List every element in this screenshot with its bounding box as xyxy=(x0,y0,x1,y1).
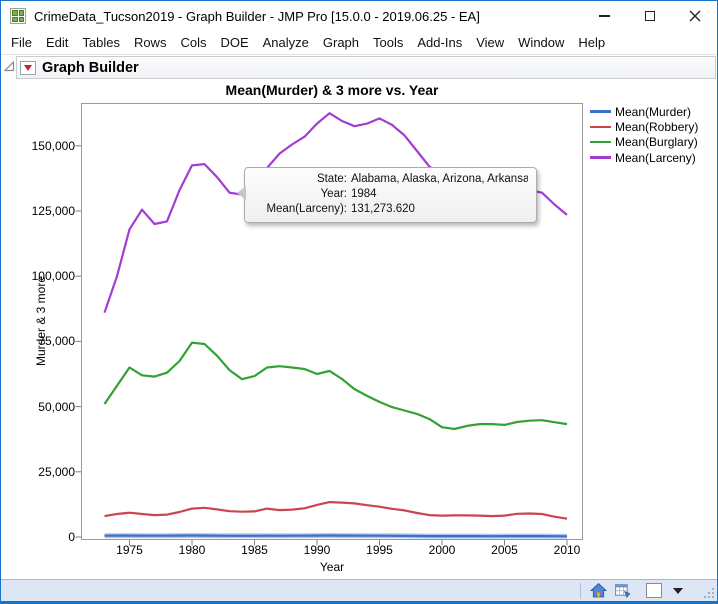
menu-item-addins[interactable]: Add-Ins xyxy=(410,32,469,53)
y-axis-tick-label[interactable]: 150,000 xyxy=(13,138,75,154)
menu-item-help[interactable]: Help xyxy=(571,32,612,53)
jmp-window: CrimeData_Tucson2019 - Graph Builder - J… xyxy=(0,0,718,604)
close-button[interactable] xyxy=(672,1,717,31)
outline-header: Graph Builder xyxy=(1,55,717,79)
outline-title: Graph Builder xyxy=(42,59,139,76)
legend-item-meanburglary[interactable]: Mean(Burglary) xyxy=(590,135,698,150)
menu-item-analyze[interactable]: Analyze xyxy=(256,32,316,53)
tooltip-label: Year: xyxy=(320,188,347,200)
legend: Mean(Murder) Mean(Robbery) Mean(Burglary) M… xyxy=(590,104,698,165)
legend-swatch xyxy=(590,110,611,113)
tooltip-pointer-icon xyxy=(237,186,246,200)
legend-label: Mean(Larceny) xyxy=(615,150,696,165)
tooltip-value: 1984 xyxy=(351,188,377,200)
graph-builder-canvas: Mean(Murder) & 3 more vs. Year 0 25,000 50… xyxy=(1,79,717,579)
x-axis-tick-label[interactable]: 2000 xyxy=(417,543,467,557)
menu-item-graph[interactable]: Graph xyxy=(316,32,366,53)
legend-label: Mean(Burglary) xyxy=(615,135,698,150)
minimize-icon xyxy=(599,15,610,17)
tooltip-value: 131,273.620 xyxy=(351,203,415,215)
y-axis-tick-label[interactable]: 125,000 xyxy=(13,203,75,219)
red-triangle-icon xyxy=(24,64,32,71)
x-axis-tick-label[interactable]: 1975 xyxy=(105,543,155,557)
home-icon[interactable] xyxy=(590,582,607,599)
data-table-icon[interactable] xyxy=(614,582,631,599)
menu-item-window[interactable]: Window xyxy=(511,32,571,53)
hover-tooltip: State: Alabama, Alaska, Arizona, Arkansas… xyxy=(237,167,537,223)
minimize-button[interactable] xyxy=(582,1,627,31)
red-triangle-menu-button[interactable] xyxy=(20,60,36,75)
y-axis-tick-label[interactable]: 50,000 xyxy=(13,399,75,415)
y-axis-tick-label[interactable]: 0 xyxy=(13,529,75,545)
x-axis-tick-label[interactable]: 2005 xyxy=(480,543,530,557)
menu-bar: File Edit Tables Rows Cols DOE Analyze Graph Too… xyxy=(1,31,717,55)
legend-label: Mean(Robbery) xyxy=(615,119,699,134)
menu-item-file[interactable]: File xyxy=(4,32,39,53)
menu-item-tools[interactable]: Tools xyxy=(366,32,410,53)
title-bar[interactable]: CrimeData_Tucson2019 - Graph Builder - J… xyxy=(1,1,717,31)
jmp-app-icon xyxy=(10,8,26,24)
menu-item-rows[interactable]: Rows xyxy=(127,32,174,53)
legend-swatch xyxy=(590,156,611,159)
y-axis-tick-label[interactable]: 25,000 xyxy=(13,464,75,480)
x-axis-tick-label[interactable]: 1980 xyxy=(167,543,217,557)
close-icon xyxy=(689,10,700,22)
series-line-meanmurder xyxy=(104,534,568,538)
status-bar xyxy=(1,579,717,601)
tooltip-label: State: xyxy=(316,173,347,185)
maximize-button[interactable] xyxy=(627,1,672,31)
legend-item-meanrobbery[interactable]: Mean(Robbery) xyxy=(590,119,698,134)
selection-box[interactable] xyxy=(646,583,662,598)
window-title: CrimeData_Tucson2019 - Graph Builder - J… xyxy=(34,8,480,24)
resize-grip[interactable] xyxy=(702,586,715,599)
menu-item-view[interactable]: View xyxy=(469,32,511,53)
x-axis-tick-label[interactable]: 2010 xyxy=(542,543,592,557)
tooltip-value: Alabama, Alaska, Arizona, Arkansas, ... xyxy=(351,173,528,185)
legend-item-meanmurder[interactable]: Mean(Murder) xyxy=(590,104,698,119)
legend-swatch xyxy=(590,125,611,129)
x-axis-tick-label[interactable]: 1990 xyxy=(292,543,342,557)
y-axis-title[interactable]: Murder & 3 more xyxy=(34,276,48,366)
legend-swatch xyxy=(590,141,611,144)
maximize-icon xyxy=(644,11,655,21)
x-axis-tick-label[interactable]: 1995 xyxy=(355,543,405,557)
x-axis-title[interactable]: Year xyxy=(81,560,583,574)
tooltip-label: Mean(Larceny): xyxy=(266,203,347,215)
menu-item-tables[interactable]: Tables xyxy=(75,32,127,53)
menu-item-doe[interactable]: DOE xyxy=(213,32,255,53)
x-axis-tick-label[interactable]: 1985 xyxy=(230,543,280,557)
legend-label: Mean(Murder) xyxy=(615,104,692,119)
statusbar-divider xyxy=(580,582,581,599)
menu-item-edit[interactable]: Edit xyxy=(39,32,75,53)
chart-title[interactable]: Mean(Murder) & 3 more vs. Year xyxy=(81,82,583,98)
legend-item-meanlarceny[interactable]: Mean(Larceny) xyxy=(590,150,698,165)
outline-disclosure-icon[interactable] xyxy=(4,61,15,72)
menu-item-cols[interactable]: Cols xyxy=(173,32,213,53)
dropdown-arrow-icon[interactable] xyxy=(673,587,683,594)
